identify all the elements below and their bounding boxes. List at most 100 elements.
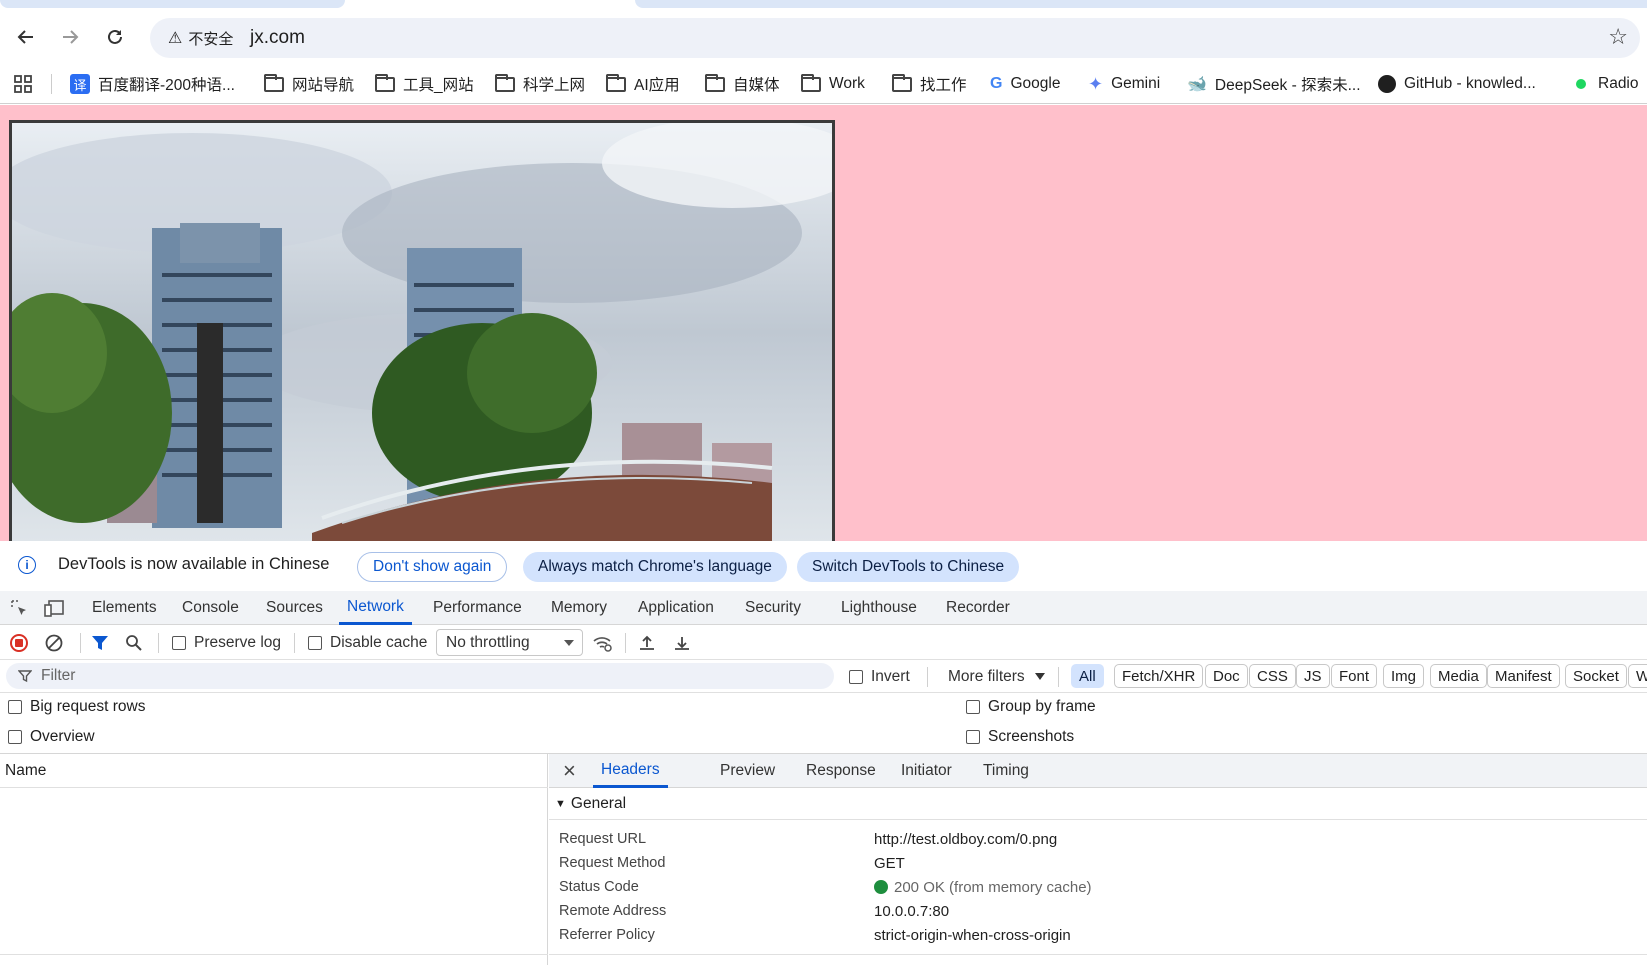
bookmark-deepseek[interactable]: 🐋 DeepSeek - 探索未... [1187, 72, 1361, 96]
tab-lighthouse[interactable]: Lighthouse [841, 591, 917, 625]
always-match-language-button[interactable]: Always match Chrome's language [523, 552, 787, 582]
detail-tab-bar: × Headers Preview Response Initiator Tim… [549, 754, 1647, 788]
tab-preview[interactable]: Preview [720, 754, 775, 788]
folder-icon [705, 73, 725, 92]
filter-icon[interactable] [91, 625, 109, 660]
request-url-label: Request URL [559, 831, 647, 847]
close-icon[interactable]: × [563, 754, 576, 788]
tab-timing[interactable]: Timing [983, 754, 1029, 788]
forward-icon[interactable] [55, 22, 85, 52]
page-content [0, 105, 1647, 541]
info-icon: i [18, 556, 36, 574]
request-detail-pane: × Headers Preview Response Initiator Tim… [549, 754, 1647, 965]
tab-elements[interactable]: Elements [92, 591, 157, 625]
network-conditions-icon[interactable] [592, 625, 614, 660]
status-code-value: 200 OK (from memory cache) [874, 875, 1092, 899]
switch-devtools-chinese-button[interactable]: Switch DevTools to Chinese [797, 552, 1020, 582]
tab-initiator[interactable]: Initiator [901, 754, 952, 788]
inspect-element-icon[interactable] [9, 591, 29, 625]
request-method-value: GET [874, 854, 905, 872]
security-chip[interactable]: ⚠ 不安全 [158, 23, 243, 53]
status-ok-icon [874, 880, 888, 894]
filter-chip-css[interactable]: CSS [1249, 664, 1296, 688]
device-toolbar-icon[interactable] [43, 591, 65, 625]
deepseek-icon: 🐋 [1187, 76, 1207, 93]
bookmarks-bar: 译 百度翻译-200种语... 网站导航 工具_网站 科学上网 AI应用 自媒体… [0, 64, 1647, 104]
screenshots-checkbox[interactable]: Screenshots [966, 725, 1074, 749]
more-filters-dropdown[interactable]: More filters [948, 660, 1045, 693]
filter-chip-img[interactable]: Img [1383, 664, 1425, 688]
bookmark-google[interactable]: G Google [990, 72, 1060, 96]
bookmark-folder-tools[interactable]: 工具_网站 [375, 72, 474, 96]
name-column-header[interactable]: Name [0, 754, 548, 788]
back-icon[interactable] [11, 22, 41, 52]
page-image [9, 120, 835, 541]
filter-chip-fetch-xhr[interactable]: Fetch/XHR [1114, 664, 1204, 688]
chevron-down-icon [564, 640, 574, 646]
filter-chip-js[interactable]: JS [1296, 664, 1330, 688]
filter-input[interactable]: Filter [6, 663, 834, 689]
filter-chip-all[interactable]: All [1071, 664, 1104, 688]
filter-chip-manifest[interactable]: Manifest [1487, 664, 1560, 688]
tab-response[interactable]: Response [806, 754, 876, 788]
bookmark-folder-ai[interactable]: AI应用 [606, 72, 680, 96]
general-section-header[interactable]: ▼ General [549, 788, 1647, 820]
bookmark-radio[interactable]: Radio [1576, 72, 1639, 96]
disable-cache-checkbox[interactable]: Disable cache [308, 625, 427, 660]
bookmark-baidu-translate[interactable]: 译 百度翻译-200种语... [70, 72, 235, 96]
apps-icon[interactable] [13, 72, 33, 96]
big-request-rows-checkbox[interactable]: Big request rows [8, 695, 145, 719]
tab-console[interactable]: Console [182, 591, 239, 625]
filter-chip-media[interactable]: Media [1430, 664, 1487, 688]
record-stop-icon[interactable] [10, 625, 28, 660]
referrer-policy-value: strict-origin-when-cross-origin [874, 926, 1071, 944]
github-icon [1378, 75, 1396, 93]
bookmark-folder-jobs[interactable]: 找工作 [892, 72, 967, 96]
overview-checkbox[interactable]: Overview [8, 725, 95, 749]
preserve-log-checkbox[interactable]: Preserve log [172, 625, 281, 660]
tab-recorder[interactable]: Recorder [946, 591, 1010, 625]
bookmark-folder-science[interactable]: 科学上网 [495, 72, 585, 96]
invert-checkbox[interactable]: Invert [849, 660, 910, 693]
filter-chip-font[interactable]: Font [1331, 664, 1378, 688]
search-icon[interactable] [125, 625, 143, 660]
clear-icon[interactable] [44, 625, 64, 660]
tab-background[interactable] [635, 0, 1647, 8]
bookmark-folder-work[interactable]: Work [801, 72, 865, 96]
export-har-icon[interactable] [673, 625, 691, 660]
request-method-label: Request Method [559, 855, 666, 871]
filter-chip-doc[interactable]: Doc [1205, 664, 1248, 688]
throttling-select[interactable]: No throttling [436, 629, 583, 656]
security-label: 不安全 [188, 30, 234, 48]
bookmark-folder-nav[interactable]: 网站导航 [264, 72, 354, 96]
tab-memory[interactable]: Memory [551, 591, 607, 625]
filter-chip-socket[interactable]: Socket [1565, 664, 1627, 688]
tab-network[interactable]: Network [339, 591, 412, 625]
folder-icon [375, 73, 395, 92]
dont-show-again-button[interactable]: Don't show again [357, 552, 508, 582]
folder-icon [801, 73, 821, 92]
bookmark-gemini[interactable]: ✦ Gemini [1088, 72, 1160, 96]
network-settings-options: Big request rows Overview Group by frame… [0, 693, 1647, 754]
translate-icon: 译 [70, 74, 90, 94]
tab-headers[interactable]: Headers [593, 754, 668, 788]
radio-icon [1576, 79, 1586, 89]
reload-icon[interactable] [100, 22, 130, 52]
tab-application[interactable]: Application [638, 591, 714, 625]
bookmark-folder-media[interactable]: 自媒体 [705, 72, 780, 96]
navigation-bar: ⚠ 不安全 jx.com ☆ [0, 14, 1647, 60]
address-bar[interactable]: ⚠ 不安全 jx.com ☆ [150, 18, 1640, 58]
url-text[interactable]: jx.com [250, 27, 305, 49]
bookmark-github[interactable]: GitHub - knowled... [1378, 72, 1536, 96]
group-by-frame-checkbox[interactable]: Group by frame [966, 695, 1096, 719]
tab-sources[interactable]: Sources [266, 591, 323, 625]
request-list-pane: Name [0, 754, 548, 965]
import-har-icon[interactable] [638, 625, 656, 660]
referrer-policy-label: Referrer Policy [559, 927, 655, 943]
bookmark-star-icon[interactable]: ☆ [1608, 24, 1628, 50]
request-url-value: http://test.oldboy.com/0.png [874, 830, 1058, 848]
tab-security[interactable]: Security [745, 591, 801, 625]
tab-active[interactable] [0, 0, 345, 8]
tab-performance[interactable]: Performance [433, 591, 522, 625]
filter-chip-wasm[interactable]: W [1628, 664, 1647, 688]
